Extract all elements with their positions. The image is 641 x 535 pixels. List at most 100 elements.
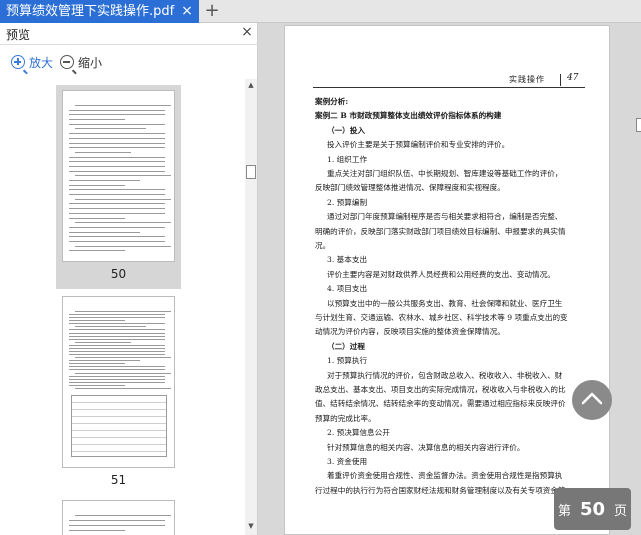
body-line: 行过程中的执行行为符合国家财经法规和财务管理制度以及有关专项资金管 bbox=[315, 485, 566, 495]
document-viewer[interactable]: 实践操作 47 案例分析: 案例二 B 市财政预算整体支出绩效评价指标体系的构建 （… bbox=[259, 23, 641, 535]
running-header-title: 实践操作 bbox=[509, 75, 545, 84]
scroll-down-arrow-icon[interactable]: ▼ bbox=[245, 522, 257, 532]
thumbnail-text-line bbox=[69, 338, 165, 340]
thumbnail-text-line bbox=[69, 231, 140, 233]
section-heading: 案例分析: bbox=[315, 97, 349, 106]
thumbnail-text-line bbox=[69, 366, 165, 368]
thumbnail-text-line bbox=[69, 323, 165, 325]
thumbnail-text-line bbox=[69, 354, 165, 356]
page-indicator-prefix: 第 bbox=[557, 503, 571, 519]
thumbnail-text-line bbox=[69, 142, 165, 144]
thumbnail-text-line bbox=[75, 341, 131, 343]
document-tab[interactable]: 预算绩效管理下实践操作.pdf bbox=[0, 0, 199, 23]
body-line: 评价主要内容是对财政供养人员经费和公用经费的支出、变动情况。 bbox=[327, 269, 555, 279]
thumbnail-text-line bbox=[69, 212, 165, 214]
thumbnail-text-line bbox=[69, 344, 165, 346]
thumbnail-text-line bbox=[69, 123, 165, 125]
pdf-reader-app: 预算绩效管理下实践操作.pdf × + 预览 × 放大 缩小 50 51 ▲ ▼… bbox=[0, 0, 641, 535]
thumbnail-text-line bbox=[69, 317, 165, 319]
body-line: 1. 预算执行 bbox=[327, 356, 368, 366]
zoom-in-icon bbox=[11, 55, 25, 69]
thumbnail-page-51[interactable]: 51 bbox=[56, 291, 181, 491]
thumbnail-text-line bbox=[69, 217, 125, 219]
thumbnail-text-line bbox=[75, 175, 171, 177]
thumbnail-text-line bbox=[69, 369, 165, 371]
back-to-top-button[interactable] bbox=[572, 380, 612, 420]
sidebar-scrollbar[interactable]: ▲ ▼ bbox=[245, 79, 257, 535]
thumbnail-list: 50 51 bbox=[0, 79, 245, 535]
preview-sidebar: 预览 × 放大 缩小 50 51 ▲ ▼ bbox=[0, 23, 258, 535]
thumbnail-image bbox=[62, 296, 175, 468]
thumbnail-text-line bbox=[69, 332, 165, 334]
thumbnail-text-line bbox=[69, 180, 140, 181]
thumbnail-page-52[interactable] bbox=[56, 495, 181, 535]
body-line: 以预算支出中的一般公共服务支出、教育、社会保障和就业、医疗卫生 bbox=[327, 298, 563, 308]
page-number: 47 bbox=[567, 73, 579, 83]
thumbnail-text-line bbox=[69, 320, 125, 322]
thumbnail-text-line bbox=[69, 109, 165, 111]
body-line: 着重评价资金使用合规性、资金监督办法。资金使用合规性是指预算执 bbox=[327, 471, 563, 481]
thumbnail-text-line bbox=[69, 525, 165, 526]
scrollbar-thumb[interactable] bbox=[246, 165, 256, 179]
zoom-out-icon bbox=[60, 55, 74, 69]
thumbnail-text-line bbox=[69, 375, 165, 377]
body-line: 反映部门绩效管理整体推进情况、保障程度和实视程度。 bbox=[315, 183, 505, 193]
document-page: 实践操作 47 案例分析: 案例二 B 市财政预算整体支出绩效评价指标体系的构建 （… bbox=[284, 25, 610, 535]
zoom-out-button[interactable]: 缩小 bbox=[60, 51, 102, 73]
page-indicator-number: 50 bbox=[579, 498, 606, 520]
thumbnail-text-line bbox=[69, 236, 165, 238]
thumbnail-text-line bbox=[69, 133, 165, 135]
thumbnail-text-line bbox=[69, 208, 165, 210]
thumbnail-text-line bbox=[69, 363, 125, 365]
zoom-out-label: 缩小 bbox=[78, 55, 103, 70]
thumbnail-text-line bbox=[69, 329, 165, 331]
chevron-up-icon bbox=[581, 392, 603, 405]
thumbnail-image bbox=[62, 90, 175, 262]
thumbnail-text-line bbox=[69, 384, 125, 386]
sidebar-close-icon[interactable]: × bbox=[238, 24, 256, 44]
thumbnail-text-line bbox=[69, 119, 125, 121]
body-line: 与计划生育、交通运输、农林水、城乡社区、科学技术等 9 项重点支出的变 bbox=[315, 313, 568, 322]
thumbnail-page-number: 51 bbox=[110, 473, 127, 487]
scroll-up-arrow-icon[interactable]: ▲ bbox=[245, 81, 257, 91]
zoom-in-label: 放大 bbox=[29, 55, 54, 70]
tab-close-icon[interactable]: × bbox=[178, 0, 196, 23]
thumbnail-text-line bbox=[69, 114, 165, 116]
sidebar-title: 预览 bbox=[6, 28, 31, 42]
thumbnail-text-line bbox=[69, 360, 140, 362]
body-line: 2. 预决算信息公开 bbox=[327, 428, 390, 438]
body-line: 政总支出、基本支出、项目支出的实际完成情况，税收收入与非税收入的比 bbox=[315, 385, 566, 394]
thumbnail-table bbox=[71, 395, 167, 457]
body-line: 值、结转结余情况、结转结余率的变动情况，需要通过相应指标来反映评价 bbox=[315, 399, 566, 409]
thumbnail-text-line bbox=[69, 250, 125, 252]
body-line: 重点关注对部门组织队伍、中长期规划、智库建设等基础工作的评价， bbox=[327, 169, 563, 178]
thumbnail-text-line bbox=[75, 105, 171, 106]
body-line: 动情况为评价内容，反映项目实施的整体资金保障情况。 bbox=[315, 327, 505, 337]
body-line: 针对预算信息的相关内容、决算信息的相关内容进行评价。 bbox=[327, 442, 525, 452]
thumbnail-text-line bbox=[75, 357, 171, 359]
thumbnail-text-line bbox=[69, 520, 165, 521]
thumbnail-text-line bbox=[69, 189, 165, 191]
thumbnail-text-line bbox=[75, 326, 146, 328]
thumbnail-page-50[interactable]: 50 bbox=[56, 85, 181, 289]
new-tab-plus-icon[interactable]: + bbox=[203, 0, 221, 23]
thumbnail-text-line bbox=[69, 226, 165, 228]
thumbnail-text-line bbox=[75, 222, 171, 224]
thumbnail-text-line bbox=[69, 335, 165, 337]
thumbnail-text-line bbox=[69, 347, 165, 349]
thumbnail-text-line bbox=[69, 161, 165, 163]
body-line: 4. 项目支出 bbox=[327, 284, 368, 294]
viewer-scroll-marker[interactable] bbox=[636, 118, 641, 132]
thumbnail-text-line bbox=[69, 137, 165, 139]
running-header-divider bbox=[560, 74, 561, 86]
body-line: 3. 资金使用 bbox=[327, 457, 368, 466]
body-line: 明确的评价，反映部门落实财政部门项目绩效目标编制、申报要求的具实情 bbox=[315, 226, 566, 236]
section-heading: 案例二 B 市财政预算整体支出绩效评价指标体系的构建 bbox=[315, 111, 502, 121]
thumbnail-text-line bbox=[75, 387, 171, 389]
tab-bar: 预算绩效管理下实践操作.pdf × + bbox=[0, 0, 641, 23]
thumbnail-text-line bbox=[75, 128, 146, 130]
zoom-in-button[interactable]: 放大 bbox=[11, 51, 53, 73]
body-line: 预算的完成比率。 bbox=[315, 413, 376, 423]
thumbnail-page-number: 50 bbox=[110, 267, 127, 281]
page-indicator-suffix: 页 bbox=[614, 503, 628, 519]
